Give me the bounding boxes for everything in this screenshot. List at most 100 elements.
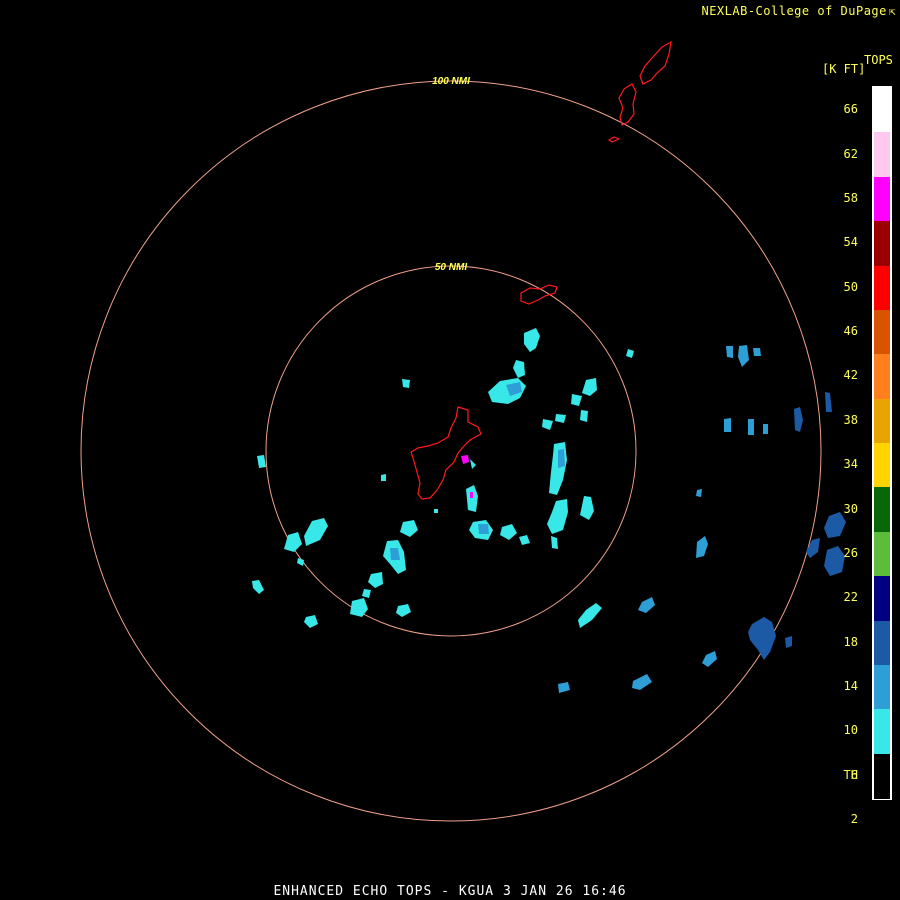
echo-cell [381, 474, 386, 481]
legend-label: 58 [843, 190, 858, 205]
legend-units: [K FT] [822, 62, 866, 76]
echo-cell [396, 604, 411, 617]
echo-cell [580, 496, 594, 520]
echo-cell [748, 419, 754, 435]
echo-cell [555, 414, 566, 423]
echo-cell [513, 360, 525, 378]
echo-cell [638, 597, 655, 613]
echo-cell [571, 394, 582, 406]
echo-cell [297, 558, 304, 566]
legend-swatch [874, 132, 890, 178]
legend-colorbar [872, 86, 892, 800]
echo-cell [500, 524, 517, 540]
echo-cell [785, 636, 792, 648]
legend-swatch [874, 620, 890, 666]
legend-swatch [874, 265, 890, 311]
echo-cell [519, 535, 530, 545]
coastline-aguijan [607, 136, 621, 143]
echo-cell [582, 378, 597, 396]
cursor-arrow-icon[interactable]: ⇱ [889, 5, 896, 18]
ring-label-50-nmi: 50 NMI [435, 262, 467, 273]
legend-label: 66 [843, 102, 858, 117]
legend-label: 2 [850, 812, 858, 827]
echo-cell [558, 682, 570, 693]
echo-cell [466, 485, 478, 512]
legend-swatch [874, 88, 890, 133]
echo-cell [825, 392, 832, 412]
legend-swatch [874, 309, 890, 355]
echo-cell [350, 598, 368, 617]
legend-label: 14 [843, 679, 858, 694]
echo-cell [724, 418, 731, 432]
legend-label: 62 [843, 146, 858, 161]
range-ring-100-nmi [80, 80, 822, 822]
echo-cell [551, 536, 558, 549]
echo-cell-high-top [470, 492, 473, 498]
legend-swatch [874, 176, 890, 222]
echo-cell [748, 617, 776, 660]
legend-swatch [874, 398, 890, 444]
echo-cell [434, 509, 438, 513]
echo-cell [578, 603, 602, 628]
echo-cell [702, 651, 717, 667]
echo-cell-high-top [461, 455, 469, 464]
legend-label: 46 [843, 324, 858, 339]
legend-label: 18 [843, 634, 858, 649]
ring-label-100-nmi: 100 NMI [432, 76, 470, 87]
legend-swatch [874, 354, 890, 400]
echo-cell [794, 407, 803, 432]
legend-label: 30 [843, 501, 858, 516]
legend-label: TH [843, 767, 858, 782]
echo-cell [547, 499, 568, 534]
echo-cell [524, 328, 540, 352]
echo-cell [696, 489, 702, 497]
echo-cell [753, 348, 761, 356]
echo-cell [824, 512, 846, 538]
legend-swatch [874, 664, 890, 710]
coastline-saipan [639, 40, 672, 85]
product-caption: ENHANCED ECHO TOPS - KGUA 3 JAN 26 16:46 [273, 884, 627, 899]
echo-cell [252, 580, 264, 594]
legend-label: 26 [843, 545, 858, 560]
echo-cell [304, 518, 328, 546]
echo-cell [362, 589, 371, 598]
range-ring-50-nmi [265, 265, 637, 637]
coastline-tinian [618, 83, 637, 126]
echo-cell [738, 345, 749, 367]
legend-label: 10 [843, 723, 858, 738]
echo-cell [542, 419, 553, 430]
legend-label: 22 [843, 590, 858, 605]
echo-cell [580, 410, 588, 422]
legend-label: 38 [843, 412, 858, 427]
legend-title: TOPS [864, 53, 893, 67]
legend-swatch [874, 443, 890, 488]
echo-layer [252, 328, 846, 693]
legend-swatch [874, 221, 890, 266]
credit-label: NEXLAB-College of DuPage ⇱ [701, 4, 896, 18]
radar-display: 50 NMI 100 NMI [80, 40, 846, 822]
range-rings: 50 NMI 100 NMI [80, 76, 822, 822]
echo-cell [257, 455, 266, 468]
legend-label: 50 [843, 279, 858, 294]
echo-cell [626, 349, 634, 358]
legend-label: 34 [843, 457, 858, 472]
legend-swatch [874, 576, 890, 621]
legend-swatch [874, 709, 890, 755]
coastline-guam [410, 406, 482, 500]
echo-cell [726, 346, 733, 358]
echo-cell [558, 449, 565, 468]
echo-cell [632, 674, 652, 690]
legend-swatch [874, 487, 890, 533]
legend-swatch [874, 753, 890, 799]
echo-cell [400, 520, 418, 537]
legend-label: 42 [843, 368, 858, 383]
legend-swatch [874, 531, 890, 577]
echo-cell [304, 615, 318, 628]
echo-cell [368, 572, 383, 588]
echo-cell [478, 524, 489, 534]
legend-label: 54 [843, 235, 858, 250]
echo-cell [549, 442, 567, 495]
credit-text: NEXLAB-College of DuPage [701, 4, 887, 18]
echo-cell [763, 424, 768, 434]
echo-cell [806, 538, 820, 558]
